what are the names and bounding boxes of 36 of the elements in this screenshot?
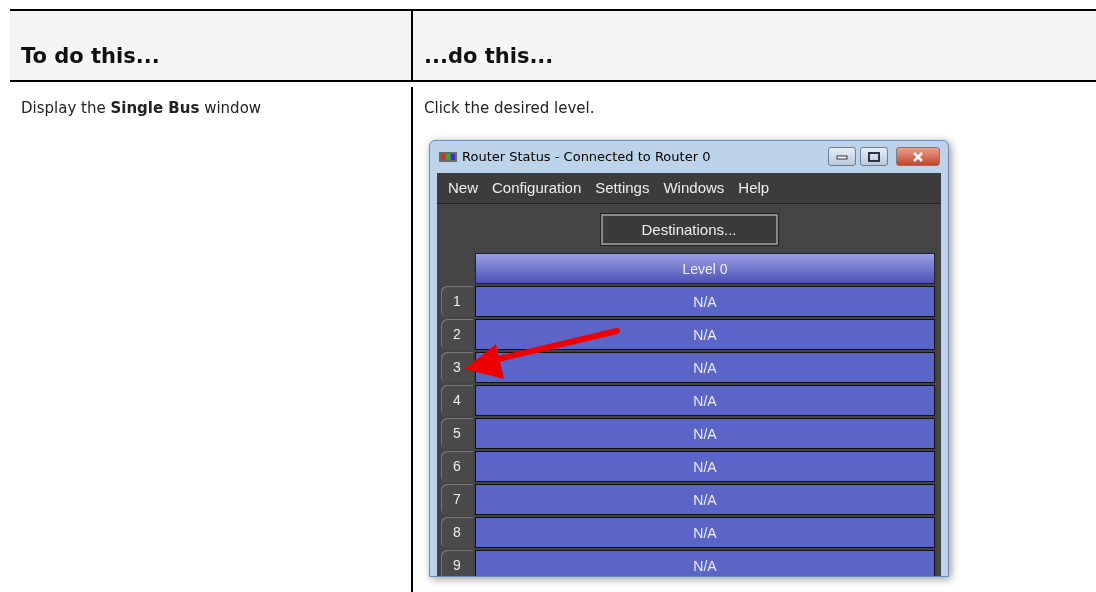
window-title: Router Status - Connected to Router 0 bbox=[462, 148, 711, 166]
level-cell[interactable]: N/A bbox=[475, 484, 935, 516]
close-button[interactable] bbox=[896, 147, 940, 167]
menu-item[interactable]: Settings bbox=[588, 174, 657, 202]
row-number-button[interactable]: 3 bbox=[441, 352, 473, 384]
level-cell[interactable]: N/A bbox=[475, 451, 935, 483]
row-number-button[interactable]: 8 bbox=[441, 517, 473, 549]
level-header: Level 0 bbox=[475, 253, 935, 285]
level-cell[interactable]: N/A bbox=[475, 550, 935, 576]
maximize-button[interactable] bbox=[860, 147, 888, 167]
menu-item[interactable]: Windows bbox=[656, 174, 732, 202]
minimize-icon bbox=[836, 153, 848, 160]
row-number-button[interactable]: 4 bbox=[441, 385, 473, 417]
destinations-button[interactable]: Destinations... bbox=[600, 214, 778, 246]
menu-item[interactable]: Configuration bbox=[485, 174, 589, 202]
level-cell[interactable]: N/A bbox=[475, 319, 935, 351]
app-icon bbox=[438, 149, 458, 164]
column-header: To do this... bbox=[21, 42, 160, 70]
task-text: Display the Single Bus window bbox=[21, 99, 262, 118]
column-header: ...do this... bbox=[424, 42, 554, 70]
maximize-icon bbox=[868, 151, 880, 162]
menu-item[interactable]: New bbox=[441, 174, 485, 202]
level-cell[interactable]: N/A bbox=[475, 286, 935, 318]
level-cell[interactable]: N/A bbox=[475, 517, 935, 549]
level-cell[interactable]: N/A bbox=[475, 352, 935, 384]
instruction-text: Click the desired level. bbox=[424, 98, 596, 120]
row-number-button[interactable]: 9 bbox=[441, 550, 473, 576]
level-cell[interactable]: N/A bbox=[475, 418, 935, 450]
menu-item[interactable]: Help bbox=[731, 174, 777, 202]
row-number-button[interactable]: 6 bbox=[441, 451, 473, 483]
row-number-button[interactable]: 1 bbox=[441, 286, 473, 318]
row-number-button[interactable]: 5 bbox=[441, 418, 473, 450]
close-icon bbox=[912, 151, 924, 162]
row-number-button[interactable]: 7 bbox=[441, 484, 473, 516]
level-cell[interactable]: N/A bbox=[475, 385, 935, 417]
row-number-button[interactable]: 2 bbox=[441, 319, 473, 351]
